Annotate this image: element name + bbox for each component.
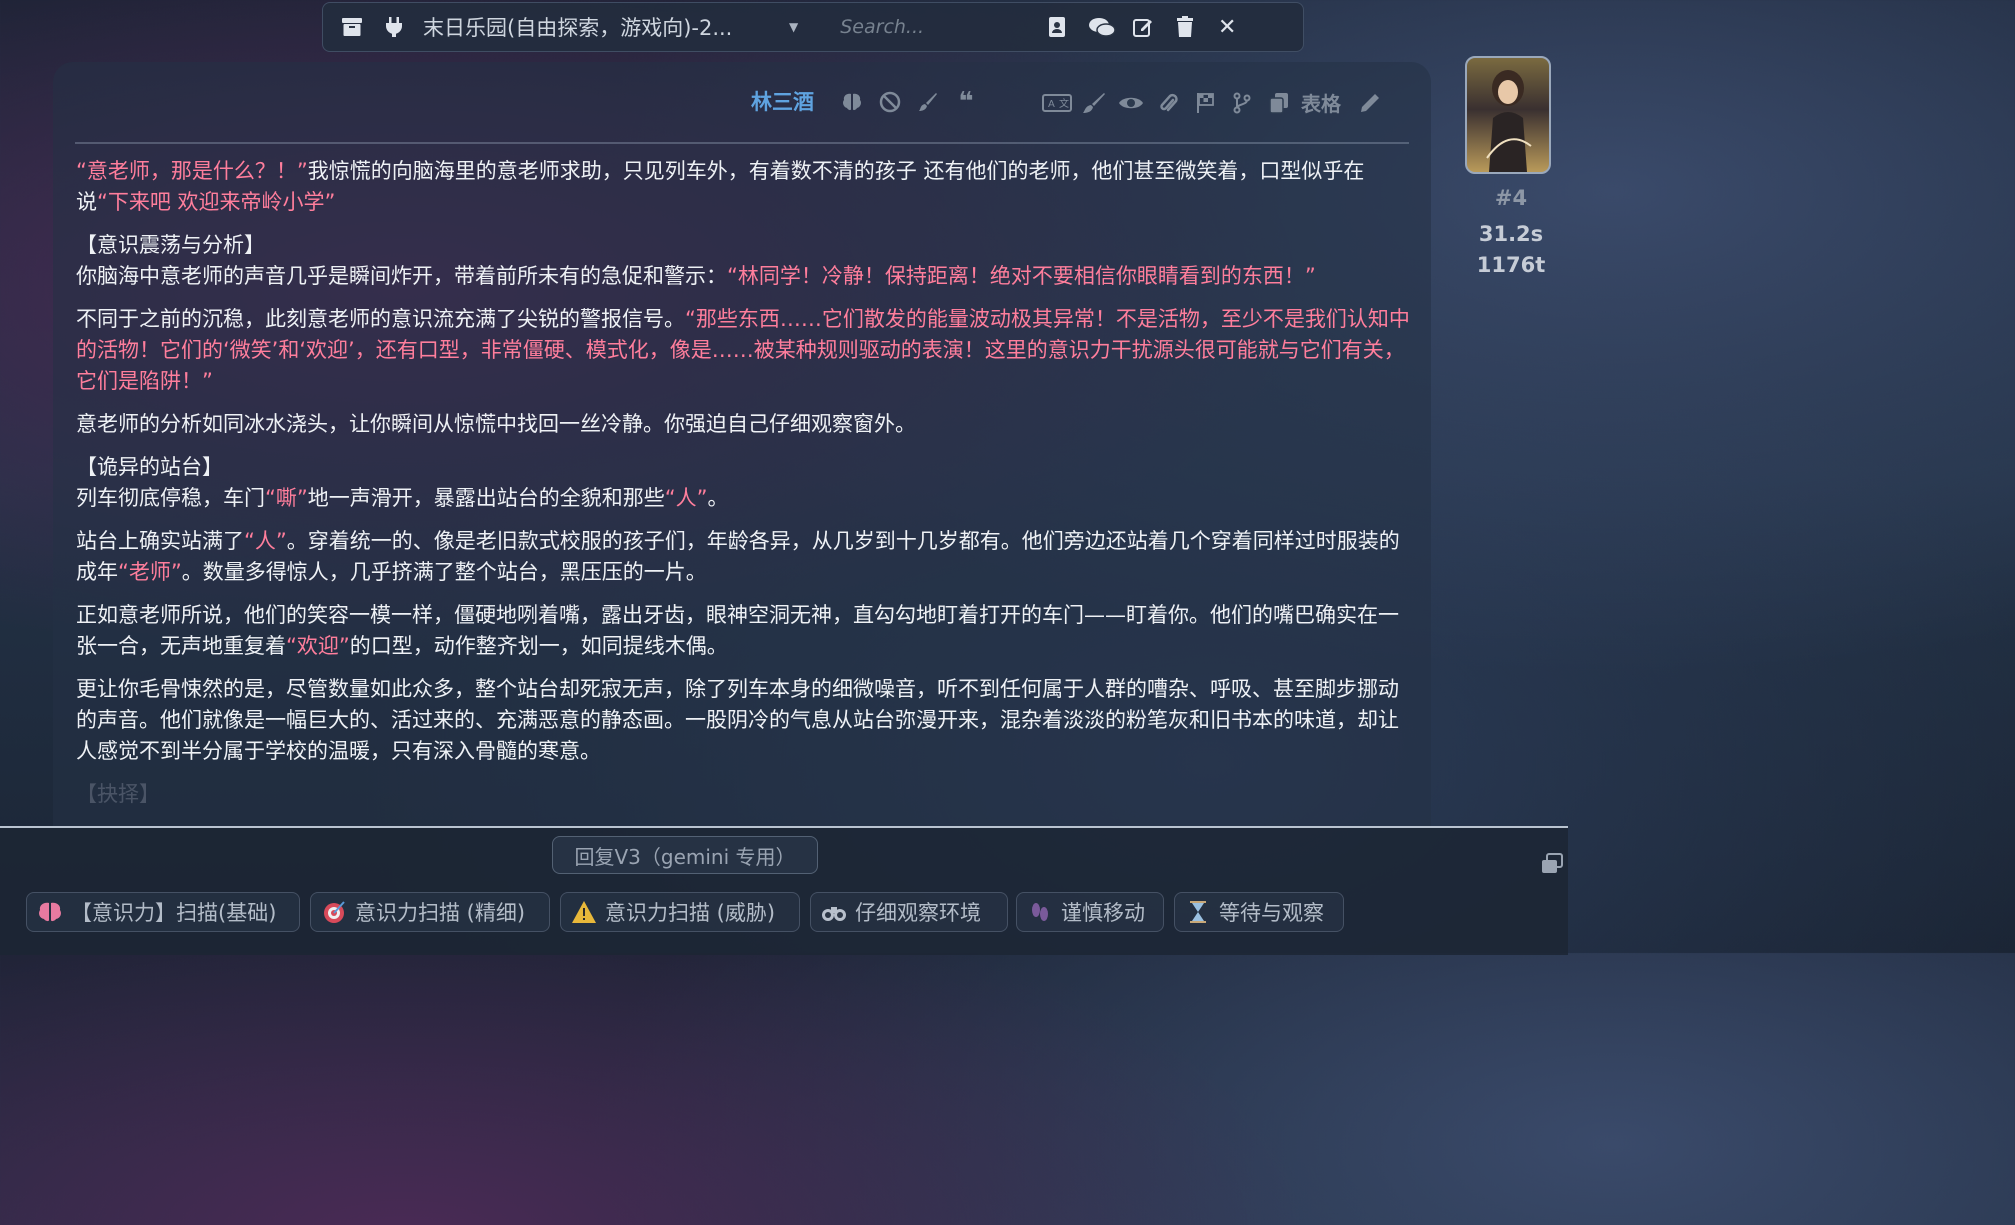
translate-icon[interactable]: A文 xyxy=(1038,89,1075,117)
quick-reply-label: 谨慎移动 xyxy=(1061,901,1145,925)
trash-icon[interactable] xyxy=(1174,16,1196,38)
eye-icon[interactable] xyxy=(1112,89,1149,117)
edit-icon[interactable] xyxy=(1132,16,1154,38)
paragraph: 更让你毛骨悚然的是，尽管数量如此众多，整个站台却死寂无声，除了列车本身的细微噪音… xyxy=(76,677,1399,763)
quick-reply-label: 意识力扫描 (威胁) xyxy=(605,901,776,925)
message-right-toolbar: A文 表格 xyxy=(1038,88,1388,117)
window-restore-icon[interactable] xyxy=(1540,852,1564,876)
quick-reply-scan-threat[interactable]: 意识力扫描 (威胁) xyxy=(560,892,800,932)
code-branch-icon[interactable] xyxy=(1223,89,1260,117)
paragraph: 不同于之前的沉稳，此刻意老师的意识流充满了尖锐的警报信号。“那些东西……它们散发… xyxy=(76,307,1410,393)
brain-icon xyxy=(37,899,63,925)
comments-icon[interactable] xyxy=(1088,16,1116,38)
paragraph: 列车彻底停稳，车门“嘶”地一声滑开，暴露出站台的全貌和那些“人”。 xyxy=(76,486,729,510)
chat-title[interactable]: 末日乐园(自由探索，游戏向)-2... xyxy=(423,12,783,42)
paragraph: “意老师，那是什么？！”我惊慌的向脑海里的意老师求助，只见列车外，有着数不清的孩… xyxy=(76,159,1365,214)
quick-reply-scan-basic[interactable]: 【意识力】扫描(基础) xyxy=(26,892,300,932)
quick-reply-move[interactable]: 谨慎移动 xyxy=(1016,892,1164,932)
paperclip-icon[interactable] xyxy=(1149,89,1186,117)
section-heading: 【抉择】 xyxy=(76,782,160,806)
quick-reply-label: 等待与观察 xyxy=(1219,901,1324,925)
paragraph: 意老师的分析如同冰水浇头，让你瞬间从惊慌中找回一丝冷静。你强迫自己仔细观察窗外。 xyxy=(76,412,916,436)
archive-icon[interactable] xyxy=(341,16,363,38)
chat-message-panel: 林三酒 ❝ A文 表格 “意老师，那是什么？！”我惊慌的向脑海里的意老师求助，只… xyxy=(53,62,1431,826)
paragraph: 正如意老师所说，他们的笑容一模一样，僵硬地咧着嘴，露出牙齿，眼神空洞无神，直勾勾… xyxy=(76,603,1399,658)
hourglass-icon xyxy=(1185,899,1211,925)
quote-icon[interactable]: ❝ xyxy=(947,87,985,117)
quick-reply-label: 【意识力】扫描(基础) xyxy=(71,901,277,925)
message-text: “意老师，那是什么？！”我惊慌的向脑海里的意老师求助，只见列车外，有着数不清的孩… xyxy=(76,156,1411,810)
close-icon[interactable]: ✕ xyxy=(1216,15,1238,40)
binoculars-icon xyxy=(821,899,847,925)
chevron-down-icon[interactable]: ▼ xyxy=(789,20,798,34)
warning-icon xyxy=(571,899,597,925)
plug-icon[interactable] xyxy=(383,16,405,38)
target-icon xyxy=(321,899,347,925)
contact-card-icon[interactable] xyxy=(1046,16,1068,38)
quick-reply-observe[interactable]: 仔细观察环境 xyxy=(810,892,1008,932)
character-avatar[interactable] xyxy=(1465,56,1551,174)
paragraph: 你脑海中意老师的声音几乎是瞬间炸开，带着前所未有的急促和警示：“林同学！冷静！保… xyxy=(76,264,1316,288)
quick-reply-wait[interactable]: 等待与观察 xyxy=(1174,892,1344,932)
generation-time: 31.2s xyxy=(1478,222,1544,246)
quick-reply-scan-fine[interactable]: 意识力扫描 (精细) xyxy=(310,892,550,932)
ban-icon[interactable] xyxy=(871,88,909,116)
search-input[interactable] xyxy=(838,15,1033,39)
pencil-icon[interactable] xyxy=(1351,89,1388,117)
reply-preset-button[interactable]: 回复V3（gemini 专用） xyxy=(552,836,818,874)
character-name[interactable]: 林三酒 xyxy=(751,86,814,116)
message-header: 林三酒 ❝ A文 表格 xyxy=(53,80,1431,126)
quick-reply-label: 意识力扫描 (精细) xyxy=(355,901,526,925)
brain-icon[interactable] xyxy=(833,88,871,116)
section-heading: 【意识震荡与分析】 xyxy=(76,233,265,257)
message-id: #4 xyxy=(1494,186,1528,210)
chat-top-bar: 末日乐园(自由探索，游戏向)-2... ▼ ✕ xyxy=(322,2,1304,52)
table-button[interactable]: 表格 xyxy=(1301,88,1341,117)
header-divider xyxy=(75,142,1409,144)
footprints-icon xyxy=(1027,899,1053,925)
svg-text:文: 文 xyxy=(1059,97,1069,110)
quick-reply-label: 仔细观察环境 xyxy=(855,901,981,925)
paragraph: 站台上确实站满了“人”。穿着统一的、像是老旧款式校服的孩子们，年龄各异，从几岁到… xyxy=(76,529,1400,584)
bottom-input-area: 回复V3（gemini 专用） 【意识力】扫描(基础) 意识力扫描 (精细) 意… xyxy=(0,826,1568,955)
section-heading: 【诡异的站台】 xyxy=(76,455,223,479)
brush-icon[interactable] xyxy=(909,88,947,116)
copy-icon[interactable] xyxy=(1260,89,1297,117)
svg-text:A: A xyxy=(1048,99,1055,110)
paint-brush-icon[interactable] xyxy=(1075,89,1112,117)
token-count: 1176t xyxy=(1476,253,1546,277)
message-left-toolbar: ❝ xyxy=(833,87,985,117)
flag-checkered-icon[interactable] xyxy=(1186,89,1223,117)
